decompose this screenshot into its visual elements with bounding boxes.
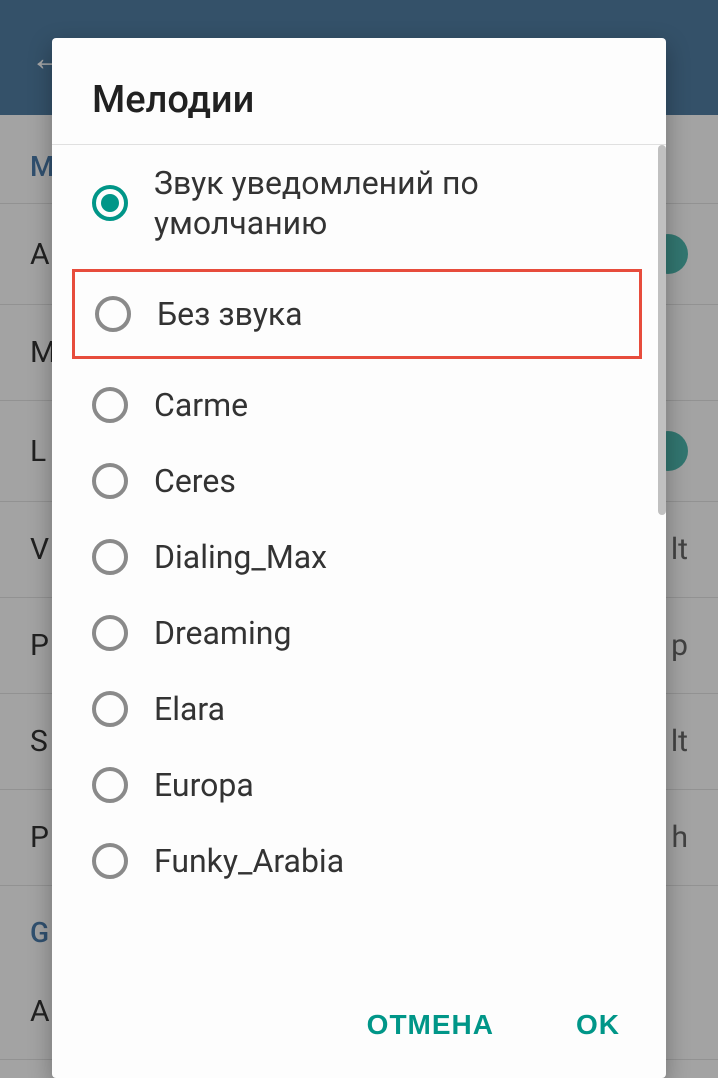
radio-label: Звук уведомлений по умолчанию — [154, 163, 626, 243]
radio-label: Без звука — [157, 294, 303, 334]
radio-label: Dreaming — [154, 613, 291, 653]
dialog-title: Мелодии — [52, 38, 666, 145]
radio-unselected-icon — [92, 463, 128, 499]
radio-label: Elara — [154, 689, 225, 729]
radio-option-europa[interactable]: Europa — [52, 747, 666, 823]
radio-unselected-icon — [92, 615, 128, 651]
radio-unselected-icon — [95, 296, 131, 332]
radio-option-carme[interactable]: Carme — [52, 367, 666, 443]
cancel-button[interactable]: ОТМЕНА — [351, 997, 510, 1053]
radio-option-silent[interactable]: Без звука — [72, 269, 642, 359]
radio-option-elara[interactable]: Elara — [52, 671, 666, 747]
radio-unselected-icon — [92, 843, 128, 879]
radio-unselected-icon — [92, 387, 128, 423]
radio-label: Europa — [154, 765, 254, 805]
radio-option-dreaming[interactable]: Dreaming — [52, 595, 666, 671]
dialog-scroll-content[interactable]: Звук уведомлений по умолчанию Без звука … — [52, 145, 666, 977]
radio-option-funky-arabia[interactable]: Funky_Arabia — [52, 823, 666, 899]
scrollbar-icon[interactable] — [658, 145, 666, 515]
radio-label: Ceres — [154, 461, 236, 501]
dialog-actions: ОТМЕНА OK — [52, 977, 666, 1078]
radio-selected-icon — [92, 185, 128, 221]
ringtone-dialog: Мелодии Звук уведомлений по умолчанию Бе… — [52, 38, 666, 1078]
radio-unselected-icon — [92, 539, 128, 575]
radio-unselected-icon — [92, 691, 128, 727]
radio-unselected-icon — [92, 767, 128, 803]
radio-label: Funky_Arabia — [154, 841, 344, 881]
radio-label: Dialing_Max — [154, 537, 327, 577]
ok-button[interactable]: OK — [560, 997, 636, 1053]
radio-option-dialing-max[interactable]: Dialing_Max — [52, 519, 666, 595]
radio-label: Carme — [154, 385, 248, 425]
radio-option-ceres[interactable]: Ceres — [52, 443, 666, 519]
radio-option-default[interactable]: Звук уведомлений по умолчанию — [52, 145, 666, 261]
